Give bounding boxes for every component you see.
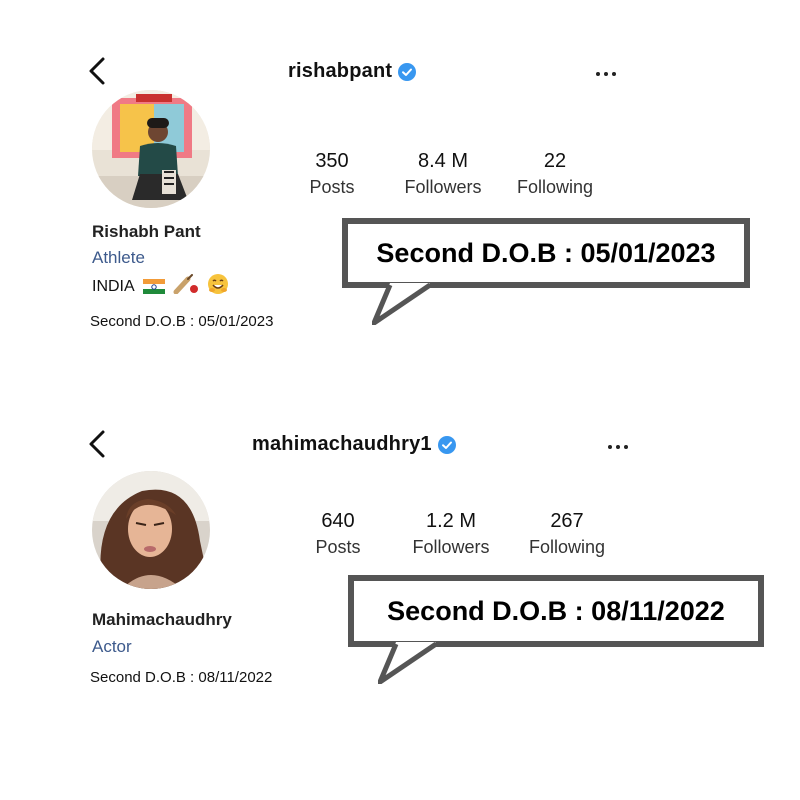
dob-callout: Second D.O.B : 05/01/2023 (342, 218, 750, 288)
username: rishabpant (288, 60, 393, 82)
verified-badge-icon (398, 62, 417, 81)
stat-value: 640 (321, 510, 355, 532)
avatar[interactable] (92, 471, 210, 589)
stat-label: Posts (315, 537, 361, 557)
dob-callout: Second D.O.B : 08/11/2022 (348, 575, 764, 647)
profile-name: Rishabh Pant (92, 222, 201, 241)
callout-tail (378, 642, 438, 684)
stat-following[interactable]: 267 Following (512, 510, 622, 558)
stat-followers[interactable]: 1.2 M Followers (396, 510, 506, 558)
stat-label: Posts (309, 177, 355, 197)
profile-panel-rishabpant: rishabpant 350 Posts 8.4 M Followers 22 … (0, 40, 800, 380)
profile-name: Mahimachaudhry (92, 610, 232, 629)
stat-value: 22 (543, 150, 567, 172)
stat-label: Followers (404, 177, 482, 197)
callout-text: Second D.O.B : 08/11/2022 (387, 595, 725, 626)
more-options-icon[interactable] (608, 445, 628, 449)
profile-panel-mahimachaudhry1: mahimachaudhry1 640 Posts 1.2 M Follower… (0, 405, 800, 745)
stat-posts[interactable]: 640 Posts (283, 510, 393, 558)
stat-value: 267 (550, 510, 584, 532)
callout-text: Second D.O.B : 05/01/2023 (376, 237, 716, 268)
stat-value: 350 (315, 150, 349, 172)
stat-value: 8.4 M (417, 150, 469, 172)
second-dob-line: Second D.O.B : 05/01/2023 (90, 313, 274, 330)
stat-label: Following (528, 537, 606, 557)
stat-followers[interactable]: 8.4 M Followers (388, 150, 498, 198)
india-flag-icon (142, 279, 165, 294)
back-arrow-icon[interactable] (86, 56, 110, 86)
second-dob-line: Second D.O.B : 08/11/2022 (90, 669, 273, 686)
profile-category: Actor (92, 637, 132, 656)
more-options-icon[interactable] (596, 72, 616, 76)
callout-tail (372, 283, 432, 325)
verified-badge-icon (437, 435, 456, 454)
username-header: mahimachaudhry1 (252, 433, 456, 456)
stat-label: Followers (412, 537, 490, 557)
stat-following[interactable]: 22 Following (500, 150, 610, 198)
stat-posts[interactable]: 350 Posts (277, 150, 387, 198)
stat-label: Following (516, 177, 594, 197)
stat-value: 1.2 M (425, 510, 477, 532)
profile-category: Athlete (92, 248, 145, 267)
back-arrow-icon[interactable] (86, 429, 110, 459)
username-header: rishabpant (288, 60, 417, 83)
username: mahimachaudhry1 (252, 433, 432, 455)
smiling-face-icon (207, 273, 229, 300)
profile-bio: INDIA (92, 273, 229, 300)
bio-text: INDIA (92, 277, 135, 295)
avatar[interactable] (92, 90, 210, 208)
cricket-bat-ball-icon (173, 274, 199, 299)
